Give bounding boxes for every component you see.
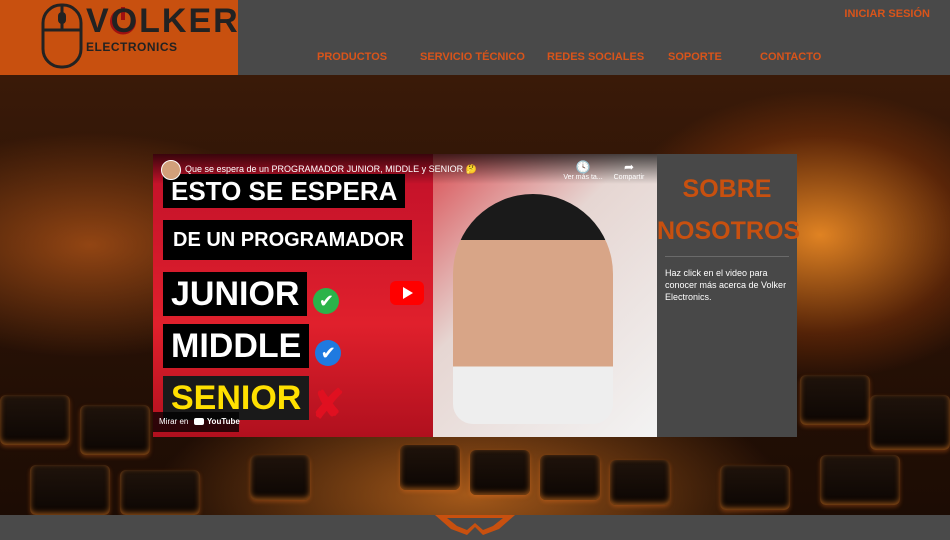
logo-title: VOLKER <box>86 2 240 40</box>
nav-servicio-tecnico[interactable]: SERVICIO TÉCNICO <box>420 51 525 63</box>
share-button[interactable]: ➦ Compartir <box>607 160 651 181</box>
about-title-line2: NOSOTROS <box>657 217 801 245</box>
youtube-video-embed[interactable]: ESTO SE ESPERA DE UN PROGRAMADOR JUNIOR ✔… <box>153 154 657 437</box>
video-title[interactable]: Que se espera de un PROGRAMADOR JUNIOR, … <box>185 164 477 175</box>
about-title-line1: SOBRE <box>682 175 772 203</box>
watch-on-label: Mirar en <box>159 417 189 426</box>
thumb-junior-row: JUNIOR ✔ <box>163 272 340 316</box>
check-green-icon: ✔ <box>313 287 340 314</box>
footer-emblem-icon <box>435 515 515 535</box>
video-title-bar: Que se espera de un PROGRAMADOR JUNIOR, … <box>153 154 657 184</box>
nav-soporte[interactable]: SOPORTE <box>668 51 722 63</box>
thumb-line-2: DE UN PROGRAMADOR <box>163 220 413 260</box>
nav-productos[interactable]: PRODUCTOS <box>317 51 387 63</box>
mouse-icon <box>41 3 83 69</box>
about-panel: SOBRE NOSOTROS Haz click en el video par… <box>657 154 801 437</box>
watch-later-button[interactable]: 🕓 Ver más ta... <box>561 160 605 181</box>
presenter-figure <box>453 194 613 424</box>
logo[interactable]: VOLKER ELECTRONICS <box>0 0 238 75</box>
channel-avatar[interactable] <box>161 160 181 180</box>
login-link[interactable]: INICIAR SESIÓN <box>844 8 930 20</box>
youtube-play-icon[interactable] <box>390 281 424 305</box>
about-title: SOBRE NOSOTROS <box>657 168 801 252</box>
nav-contacto[interactable]: CONTACTO <box>760 51 821 63</box>
share-icon: ➦ <box>623 160 635 174</box>
about-divider <box>665 256 789 257</box>
share-label: Compartir <box>613 174 645 181</box>
watch-on-youtube-button[interactable]: Mirar en YouTube <box>153 412 240 432</box>
thumb-middle-row: MIDDLE ✔ <box>163 324 342 368</box>
youtube-label: YouTube <box>206 417 240 426</box>
cross-red-icon: ✘ <box>311 382 345 427</box>
logo-subtitle: ELECTRONICS <box>86 40 178 54</box>
watch-later-label: Ver más ta... <box>563 174 603 181</box>
check-blue-icon: ✔ <box>315 339 342 366</box>
thumb-line-4: MIDDLE <box>163 324 310 368</box>
site-footer <box>0 515 950 540</box>
youtube-logo-icon <box>193 418 204 426</box>
nav-redes-sociales[interactable]: REDES SOCIALES <box>547 51 644 63</box>
clock-icon: 🕓 <box>575 160 591 174</box>
thumb-line-3: JUNIOR <box>163 272 308 316</box>
site-header: VOLKER ELECTRONICS INICIAR SESIÓN PRODUC… <box>0 0 950 75</box>
about-text: Haz click en el video para conocer más a… <box>665 268 787 302</box>
